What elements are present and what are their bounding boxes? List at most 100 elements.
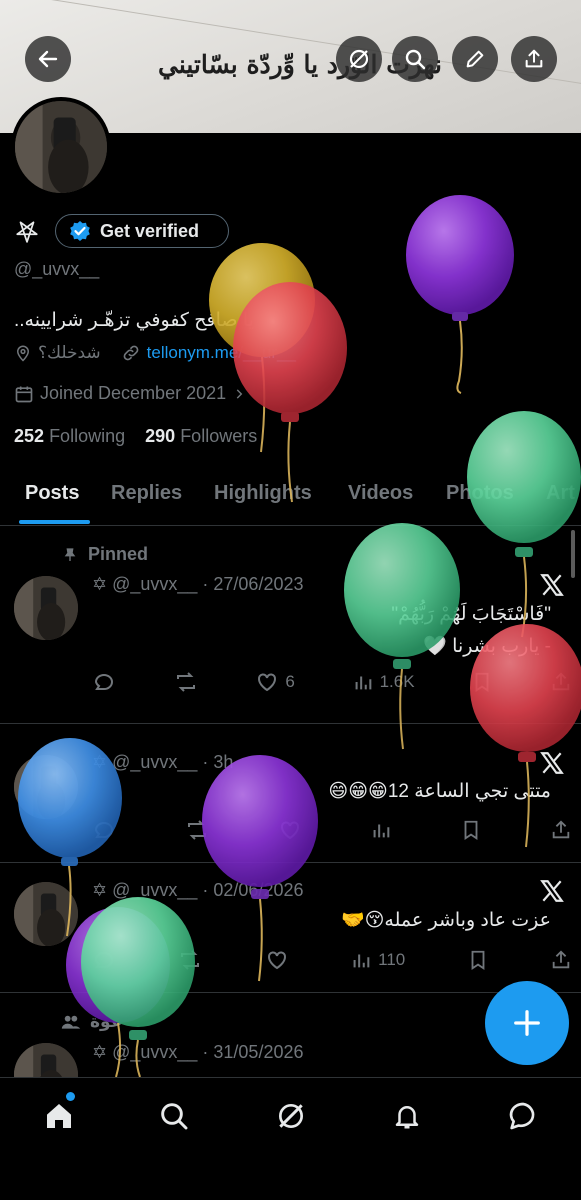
get-verified-label: Get verified: [100, 220, 200, 241]
post-avatar[interactable]: [14, 882, 78, 946]
nav-notifications[interactable]: [387, 1096, 427, 1136]
get-verified-button[interactable]: Get verified: [55, 214, 229, 248]
compose-button[interactable]: [485, 981, 569, 1065]
views-button[interactable]: [370, 818, 392, 842]
reply-button[interactable]: [92, 670, 116, 694]
profile-avatar[interactable]: [11, 97, 111, 197]
repost-button[interactable]: [177, 948, 203, 972]
profile-location: شدخلك؟: [38, 343, 101, 362]
views-button[interactable]: 110: [350, 948, 405, 972]
x-logo-icon: [539, 878, 565, 909]
share-icon: [552, 672, 570, 691]
profile-handle: @_uvvx__: [14, 259, 100, 279]
nav-search[interactable]: [154, 1096, 194, 1136]
bookmark-button[interactable]: [471, 670, 493, 694]
repost-icon: [181, 950, 200, 970]
share-post-button[interactable]: [550, 948, 572, 972]
views-icon: [373, 824, 390, 838]
reply-icon: [94, 822, 113, 838]
post-text: متتى تجي الساعة 12😁😁😄: [328, 781, 551, 802]
nav-messages[interactable]: [503, 1096, 543, 1136]
avatar-image: [14, 576, 78, 640]
reply-button[interactable]: [92, 948, 116, 972]
tab-highlights[interactable]: Highlights: [214, 482, 312, 505]
repost-indicator: عوة: [60, 1012, 122, 1032]
tab-videos[interactable]: Videos: [348, 482, 413, 505]
bookmark-icon: [471, 950, 485, 970]
bookmark-button[interactable]: [460, 818, 482, 842]
x-logo-icon: [539, 572, 565, 603]
like-button[interactable]: [265, 948, 289, 972]
profile-website-link[interactable]: tellonym.me/__ur__: [147, 343, 296, 363]
views-button[interactable]: 1.6K: [352, 670, 415, 694]
grok-icon: [279, 1104, 303, 1128]
heart-icon: [267, 951, 286, 970]
arrow-left-icon: [38, 50, 58, 68]
pencil-icon: [466, 50, 484, 68]
chevron-right-icon: [236, 388, 243, 399]
search-button[interactable]: [392, 36, 438, 82]
chat-icon: [509, 1102, 535, 1130]
avatar-image: [14, 882, 78, 946]
post-avatar[interactable]: [14, 755, 78, 819]
repost-label: عوة: [90, 1012, 123, 1031]
view-count: 110: [378, 950, 406, 969]
following-link[interactable]: 252 Following: [14, 426, 125, 446]
balloon-purple: [406, 195, 514, 394]
reply-icon: [94, 952, 113, 968]
joined-date: Joined December 2021: [40, 383, 227, 403]
profile-tabs: Posts Replies Highlights Videos Photos A…: [0, 472, 581, 526]
bookmark-icon: [464, 820, 478, 840]
repost-button[interactable]: [184, 818, 210, 842]
tab-replies[interactable]: Replies: [111, 482, 182, 505]
pin-icon: [64, 547, 76, 561]
profile-joined: Joined December 2021: [14, 383, 246, 404]
nav-home[interactable]: [39, 1096, 79, 1136]
pinned-label: Pinned: [88, 544, 149, 564]
post-text-line2: - يارب بشرنا 🤍: [423, 636, 551, 657]
bookmark-button[interactable]: [467, 948, 489, 972]
search-icon: [161, 1103, 188, 1130]
post-text: عزت عاد وباشر عمله😚🤝: [340, 910, 551, 931]
nav-grok[interactable]: [271, 1096, 311, 1136]
following-count: 252: [14, 426, 45, 446]
followers-count: 290: [145, 426, 176, 446]
search-icon: [405, 49, 426, 70]
community-icon: [61, 1015, 81, 1029]
profile-bio: يا صافح كفوفي تزهّـر شرايينه..: [14, 310, 254, 331]
post-actions: [92, 818, 572, 842]
heart-icon: [281, 821, 299, 840]
back-button[interactable]: [25, 36, 71, 82]
like-count: 6: [285, 672, 295, 691]
share-button[interactable]: [511, 36, 557, 82]
grok-icon: [349, 49, 369, 69]
edit-button[interactable]: [452, 36, 498, 82]
tab-articles[interactable]: Art: [546, 482, 575, 505]
following-label: Following: [49, 426, 126, 446]
bottom-navigation: [0, 1077, 581, 1200]
pentagram-icon: [14, 218, 40, 249]
post-meta: ✡ @_uvvx__ · 3h: [92, 752, 234, 772]
like-button[interactable]: 6: [255, 670, 295, 694]
share-post-button[interactable]: [550, 818, 572, 842]
post-avatar[interactable]: [14, 576, 78, 640]
reply-button[interactable]: [92, 818, 116, 842]
like-button[interactable]: [278, 818, 302, 842]
share-icon: [552, 820, 570, 839]
tab-posts[interactable]: Posts: [25, 482, 79, 505]
bell-icon: [395, 1106, 419, 1129]
tab-photos[interactable]: Photos: [446, 482, 514, 505]
avatar-image: [14, 755, 78, 819]
view-count: 1.6K: [379, 672, 415, 691]
followers-link[interactable]: 290 Followers: [145, 426, 257, 446]
home-notification-dot: [66, 1092, 75, 1101]
repost-button[interactable]: [173, 670, 199, 694]
calendar-icon: [15, 386, 33, 402]
share-post-button[interactable]: [550, 670, 572, 694]
post-actions: 6 1.6K: [92, 670, 572, 694]
x-logo-icon: [539, 750, 565, 781]
avatar-image: [15, 101, 107, 193]
followers-label: Followers: [180, 426, 258, 446]
grok-button[interactable]: [336, 36, 382, 82]
post-text: "فَاسْتَجَابَ لَهُمْ رَبُّهُمْ": [391, 604, 551, 625]
